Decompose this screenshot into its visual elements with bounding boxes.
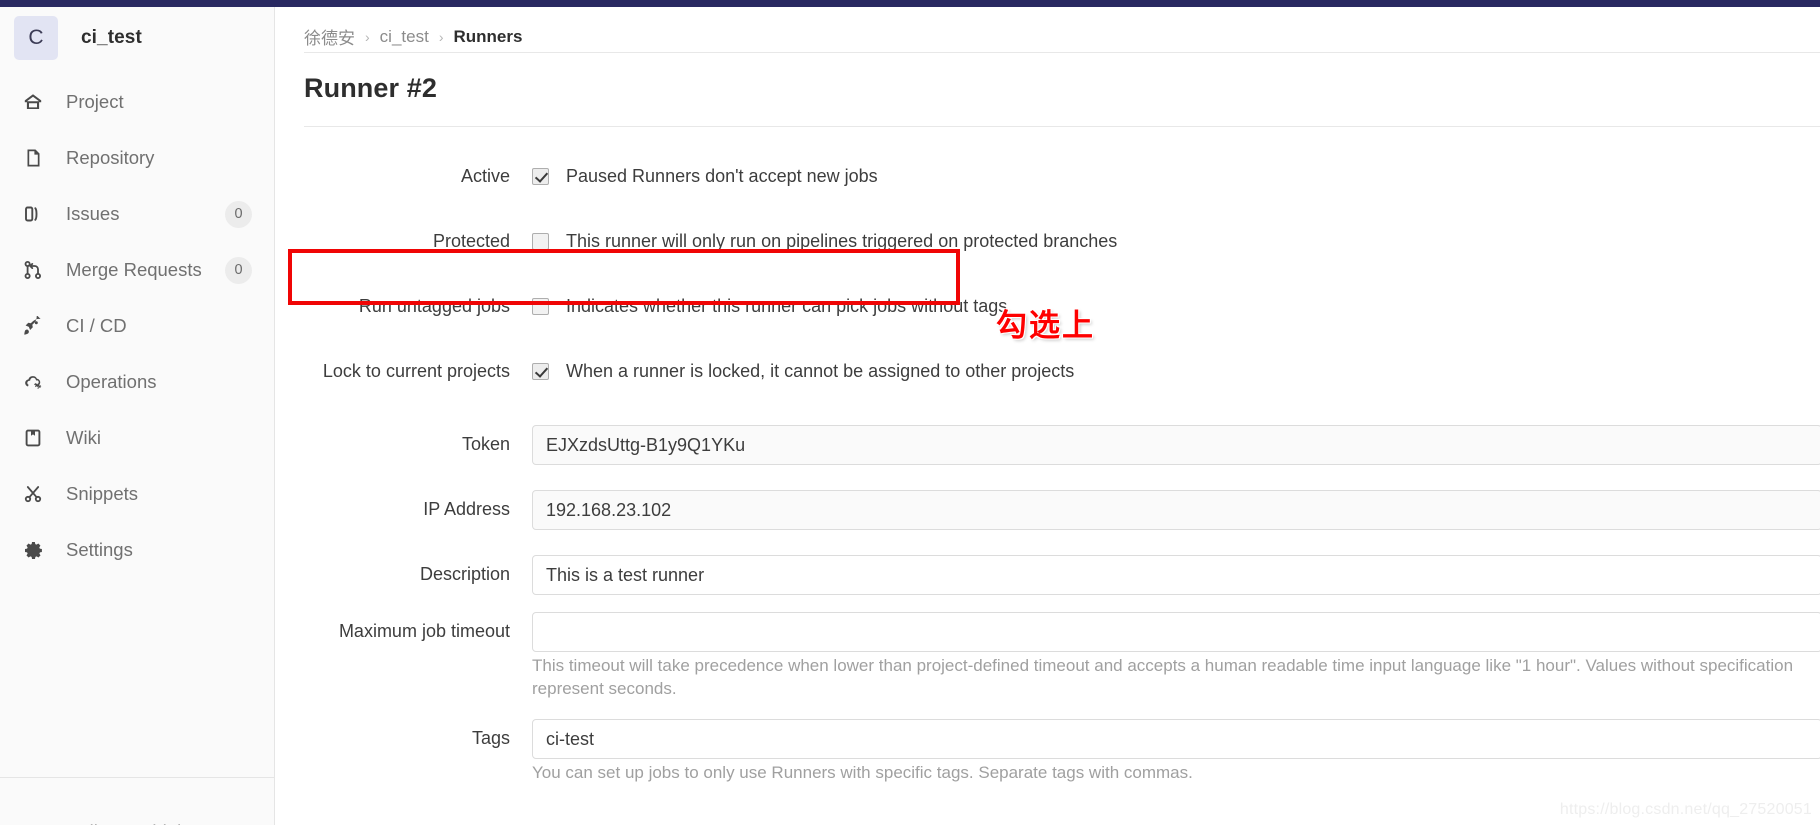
sidebar-item-label: Operations bbox=[66, 371, 157, 392]
project-avatar: C bbox=[14, 16, 58, 60]
document-icon bbox=[22, 147, 44, 169]
tags-input[interactable]: ci-test bbox=[532, 718, 1820, 759]
sidebar-item-ci-cd[interactable]: CI / CD bbox=[0, 298, 274, 354]
sidebar-item-label: Snippets bbox=[66, 483, 138, 504]
sidebar-item-settings[interactable]: Settings bbox=[0, 522, 274, 578]
sidebar-item-label: CI / CD bbox=[66, 315, 127, 336]
scissors-icon bbox=[22, 483, 44, 505]
operations-icon bbox=[22, 371, 44, 393]
field-label: Tags bbox=[471, 727, 510, 748]
tags-help-text: You can set up jobs to only use Runners … bbox=[532, 762, 1193, 782]
field-label: Lock to current projects bbox=[322, 360, 510, 381]
sidebar-item-label: Merge Requests bbox=[66, 259, 202, 280]
sidebar-nav-list: Project Repository Issues 0 Merge Reques… bbox=[0, 74, 274, 578]
run-untagged-jobs-checkbox[interactable] bbox=[532, 298, 549, 315]
sidebar-item-label: Issues bbox=[66, 203, 120, 224]
field-label: IP Address bbox=[423, 498, 510, 519]
page-title: Runner #2 bbox=[304, 73, 437, 103]
sidebar-item-project[interactable]: Project bbox=[0, 74, 274, 130]
sidebar-item-merge-requests[interactable]: Merge Requests 0 bbox=[0, 242, 274, 298]
top-navigation-bar bbox=[0, 0, 1820, 7]
run-untagged-jobs-checkbox-label: Indicates whether this runner can pick j… bbox=[566, 296, 1008, 316]
sidebar-item-issues[interactable]: Issues 0 bbox=[0, 186, 274, 242]
breadcrumb-separator-icon: › bbox=[365, 28, 370, 45]
lock-to-current-projects-checkbox[interactable] bbox=[532, 363, 549, 380]
chevron-double-left-icon bbox=[22, 821, 44, 825]
maximum-job-timeout-input[interactable] bbox=[532, 612, 1820, 652]
field-label: Protected bbox=[432, 230, 510, 251]
form-row-active: Active Paused Runners don't accept new j… bbox=[304, 149, 1820, 204]
gitlab-runner-edit-page: C ci_test Project Repository Issues 0 Me… bbox=[0, 0, 1820, 825]
project-name: ci_test bbox=[81, 27, 142, 48]
sidebar-item-operations[interactable]: Operations bbox=[0, 354, 274, 410]
page-header: Runner #2 bbox=[304, 52, 1820, 104]
sidebar-item-wiki[interactable]: Wiki bbox=[0, 410, 274, 466]
field-label: Description bbox=[419, 563, 510, 584]
sidebar-footer: Collapse sidebar bbox=[0, 777, 274, 825]
sidebar-item-label: Wiki bbox=[66, 427, 101, 448]
ip-address-input[interactable]: 192.168.23.102 bbox=[532, 489, 1820, 530]
sidebar-item-label: Repository bbox=[66, 147, 155, 168]
description-input[interactable]: This is a test runner bbox=[532, 554, 1820, 595]
active-checkbox-label: Paused Runners don't accept new jobs bbox=[566, 166, 878, 186]
sidebar-item-badge: 0 bbox=[225, 256, 252, 284]
sidebar-item-repository[interactable]: Repository bbox=[0, 130, 274, 186]
merge-request-icon bbox=[22, 259, 44, 281]
runner-edit-form: Active Paused Runners don't accept new j… bbox=[304, 126, 1820, 785]
field-label: Run untagged jobs bbox=[358, 295, 510, 316]
sidebar-item-label: Project bbox=[66, 91, 124, 112]
maximum-job-timeout-help-text: This timeout will take precedence when l… bbox=[532, 656, 1794, 698]
collapse-sidebar-label: Collapse sidebar bbox=[66, 821, 204, 825]
breadcrumb-separator-icon: › bbox=[438, 28, 444, 45]
collapse-sidebar-button[interactable]: Collapse sidebar bbox=[0, 804, 274, 825]
project-sidebar: C ci_test Project Repository Issues 0 Me… bbox=[0, 7, 275, 825]
breadcrumb-item-user[interactable]: 徐德安 bbox=[304, 24, 355, 49]
form-row-ip-address: IP Address 192.168.23.102 bbox=[304, 482, 1820, 537]
breadcrumb-item-project[interactable]: ci_test bbox=[380, 27, 429, 47]
watermark: https://blog.csdn.net/qq_27520051 bbox=[1559, 801, 1812, 818]
form-row-tags: Tags ci-test You can set up jobs to only… bbox=[304, 718, 1820, 785]
sidebar-project-header[interactable]: C ci_test bbox=[0, 7, 274, 69]
issues-icon bbox=[22, 203, 44, 225]
annotation-note-checkmark: 勾选上 bbox=[996, 308, 1095, 344]
token-input[interactable]: EJXzdsUttg-B1y9Q1YKu bbox=[532, 424, 1820, 465]
gear-icon bbox=[22, 539, 44, 561]
field-label: Token bbox=[461, 433, 510, 454]
lock-to-current-projects-checkbox-label: When a runner is locked, it cannot be as… bbox=[566, 361, 1075, 381]
main-content: 徐德安 › ci_test › Runners Runner #2 Active… bbox=[276, 7, 1820, 825]
form-row-protected: Protected This runner will only run on p… bbox=[304, 214, 1820, 269]
sidebar-item-snippets[interactable]: Snippets bbox=[0, 466, 274, 522]
protected-checkbox[interactable] bbox=[532, 233, 549, 250]
sidebar-item-badge: 0 bbox=[225, 200, 252, 228]
rocket-icon bbox=[22, 315, 44, 337]
field-label: Active bbox=[460, 165, 510, 186]
field-label: Maximum job timeout bbox=[338, 621, 510, 641]
home-icon bbox=[22, 91, 44, 113]
form-row-description: Description This is a test runner bbox=[304, 547, 1820, 602]
sidebar-item-label: Settings bbox=[66, 539, 133, 560]
form-row-maximum-job-timeout: Maximum job timeout This timeout will ta… bbox=[304, 612, 1820, 701]
form-row-lock-to-current-projects: Lock to current projects When a runner i… bbox=[304, 344, 1820, 399]
breadcrumb-item-runners[interactable]: Runners bbox=[453, 27, 522, 47]
active-checkbox[interactable] bbox=[532, 168, 549, 185]
book-icon bbox=[22, 427, 44, 449]
form-row-token: Token EJXzdsUttg-B1y9Q1YKu bbox=[304, 417, 1820, 472]
breadcrumb: 徐德安 › ci_test › Runners bbox=[276, 7, 1820, 52]
protected-checkbox-label: This runner will only run on pipelines t… bbox=[566, 231, 1118, 251]
